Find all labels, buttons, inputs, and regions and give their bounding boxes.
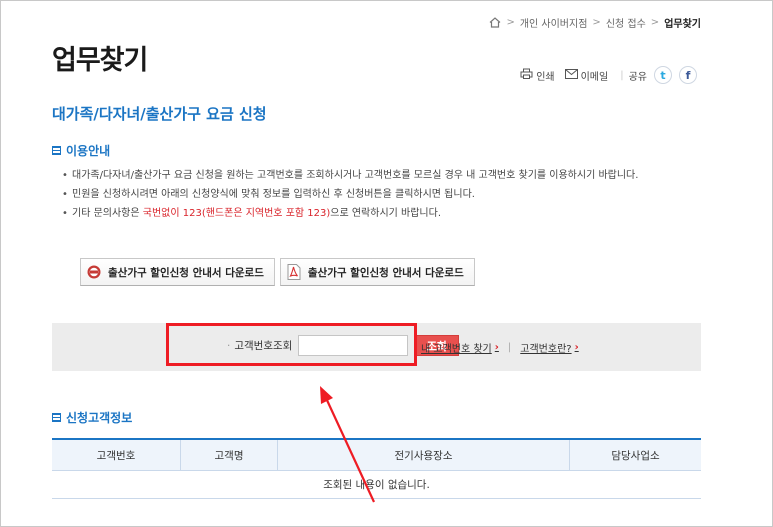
customer-heading-label: 신청고객정보: [66, 411, 133, 425]
divider: |: [620, 69, 624, 81]
contact-number: 국번없이 123(핸드폰은 지역번호 포함 123): [142, 208, 331, 219]
hwp-file-icon: [87, 264, 101, 280]
breadcrumb-separator-icon: >: [592, 17, 601, 28]
info-line: 대가족/다자녀/출산가구 요금 신청을 원하는 고객번호를 조회하시거나 고객번…: [60, 166, 702, 185]
home-icon[interactable]: [489, 17, 501, 28]
pdf-download-button[interactable]: 출산가구 할인신청 안내서 다운로드: [279, 258, 475, 286]
breadcrumb-item[interactable]: 개인 사이버지점: [520, 15, 588, 30]
pdf-file-icon: [287, 264, 301, 280]
empty-message: 조회된 내용이 없습니다.: [52, 471, 701, 499]
heading-bullet-icon: [52, 413, 61, 422]
info-list: 대가족/다자녀/출산가구 요금 신청을 원하는 고객번호를 조회하시거나 고객번…: [60, 166, 702, 223]
twitter-icon[interactable]: t: [654, 66, 672, 84]
heading-bullet-icon: [52, 146, 61, 155]
column-header: 전기사용장소: [278, 440, 570, 470]
share-group: | 공유 t f: [618, 66, 697, 84]
breadcrumb-separator-icon: >: [506, 17, 515, 28]
print-icon: [520, 68, 533, 82]
column-header: 고객번호: [52, 440, 181, 470]
find-customer-number-link[interactable]: 내 고객번호 찾기 ›: [421, 340, 499, 355]
find-customer-number-label: 내 고객번호 찾기: [421, 344, 492, 355]
print-label: 인쇄: [536, 71, 555, 83]
customer-heading: 신청고객정보: [52, 409, 132, 426]
breadcrumb-item[interactable]: 신청 접수: [606, 15, 646, 30]
info-line: 민원을 신청하시려면 아래의 신청양식에 맞춰 정보를 입력하신 후 신청버튼을…: [60, 185, 702, 204]
what-is-customer-number-link[interactable]: 고객번호란? ›: [520, 340, 578, 355]
column-header: 담당사업소: [611, 449, 660, 462]
column-header: 고객명: [181, 440, 278, 470]
chevron-right-icon: ›: [574, 342, 579, 353]
hwp-download-label: 출산가구 할인신청 안내서 다운로드: [108, 266, 264, 279]
info-heading-label: 이용안내: [66, 144, 111, 158]
pdf-download-label: 출산가구 할인신청 안내서 다운로드: [307, 266, 464, 279]
info-heading: 이용안내: [52, 142, 110, 159]
print-button[interactable]: 인쇄: [520, 68, 555, 83]
section-title: 대가족/다자녀/출산가구 요금 신청: [52, 105, 267, 123]
divider: |: [507, 342, 512, 353]
highlight-box-annotation: [166, 323, 417, 366]
table-header: 고객번호 고객명 전기사용장소 담당사업소: [52, 440, 701, 471]
breadcrumb-current: 업무찾기: [664, 19, 701, 30]
facebook-icon[interactable]: f: [679, 66, 697, 84]
breadcrumb: > 개인 사이버지점 > 신청 접수 > 업무찾기: [489, 15, 701, 30]
share-label: 공유: [628, 71, 647, 83]
email-label: 이메일: [580, 71, 609, 83]
page-title: 업무찾기: [52, 45, 148, 76]
what-is-customer-number-label: 고객번호란?: [520, 344, 572, 355]
search-links: 내 고객번호 찾기 › | 고객번호란? ›: [421, 340, 579, 355]
contact-prefix: 기타 문의사항은: [72, 208, 143, 219]
contact-suffix: 으로 연락하시기 바랍니다.: [330, 208, 442, 219]
chevron-right-icon: ›: [494, 342, 499, 353]
info-line-contact: 기타 문의사항은 국번없이 123(핸드폰은 지역번호 포함 123)으로 연락…: [60, 204, 702, 223]
email-button[interactable]: 이메일: [564, 68, 609, 83]
page-tools: 인쇄 이메일 | 공유 t f: [510, 66, 697, 84]
email-icon: [564, 68, 578, 82]
customer-table: 고객번호 고객명 전기사용장소 담당사업소 조회된 내용이 없습니다.: [52, 438, 701, 499]
breadcrumb-separator-icon: >: [650, 17, 660, 28]
hwp-download-button[interactable]: 출산가구 할인신청 안내서 다운로드: [80, 258, 275, 286]
download-buttons: 출산가구 할인신청 안내서 다운로드 출산가구 할인신청 안내서 다운로드: [80, 258, 475, 286]
